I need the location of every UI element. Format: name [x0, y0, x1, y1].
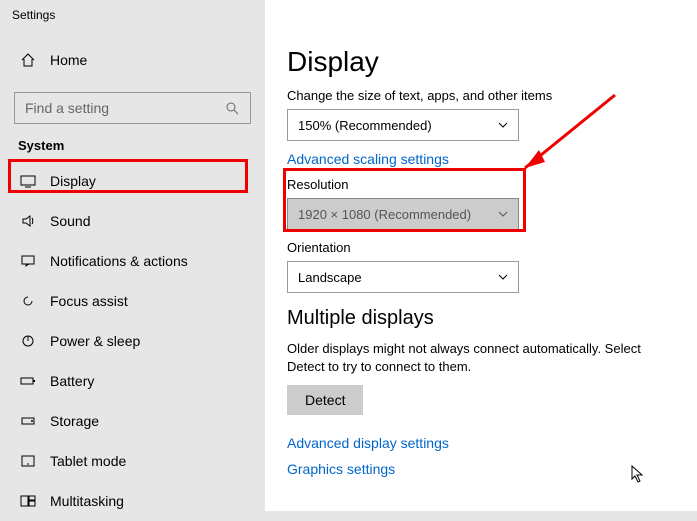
sidebar-home[interactable]: Home	[0, 40, 265, 80]
tablet-icon	[20, 453, 36, 469]
notifications-icon	[20, 253, 36, 269]
display-icon	[20, 173, 36, 189]
sidebar-item-power-sleep[interactable]: Power & sleep	[0, 321, 265, 361]
page-title: Display	[287, 46, 669, 78]
storage-icon	[20, 413, 36, 429]
home-icon	[20, 52, 36, 68]
detect-button[interactable]: Detect	[287, 385, 363, 415]
battery-icon	[20, 373, 36, 389]
sidebar-item-label: Tablet mode	[50, 453, 126, 469]
sidebar-item-label: Storage	[50, 413, 99, 429]
resolution-value: 1920 × 1080 (Recommended)	[298, 207, 471, 222]
orientation-label: Orientation	[287, 240, 669, 255]
graphics-settings-link[interactable]: Graphics settings	[287, 461, 669, 477]
multitasking-icon	[20, 493, 36, 509]
sidebar-item-label: Power & sleep	[50, 333, 140, 349]
window-title: Settings	[12, 8, 55, 22]
focus-assist-icon	[20, 293, 36, 309]
sidebar-item-label: Sound	[50, 213, 90, 229]
advanced-display-link[interactable]: Advanced display settings	[287, 435, 669, 451]
cursor-icon	[631, 465, 645, 483]
search-input[interactable]: Find a setting	[14, 92, 251, 124]
multiple-displays-heading: Multiple displays	[287, 307, 669, 330]
sidebar-item-focus-assist[interactable]: Focus assist	[0, 281, 265, 321]
resolution-dropdown[interactable]: 1920 × 1080 (Recommended)	[287, 198, 519, 230]
sidebar-item-tablet-mode[interactable]: Tablet mode	[0, 441, 265, 481]
multiple-displays-desc: Older displays might not always connect …	[287, 340, 669, 375]
search-placeholder: Find a setting	[25, 100, 109, 116]
sidebar-category: System	[0, 138, 265, 161]
sidebar-item-label: Battery	[50, 373, 94, 389]
sidebar-item-sound[interactable]: Sound	[0, 201, 265, 241]
power-icon	[20, 333, 36, 349]
sidebar-item-label: Focus assist	[50, 293, 128, 309]
sound-icon	[20, 213, 36, 229]
orientation-value: Landscape	[298, 270, 362, 285]
sidebar-item-label: Notifications & actions	[50, 253, 188, 269]
sidebar-item-label: Display	[50, 173, 96, 189]
sidebar-item-notifications[interactable]: Notifications & actions	[0, 241, 265, 281]
sidebar-item-battery[interactable]: Battery	[0, 361, 265, 401]
chevron-down-icon	[498, 207, 508, 222]
sidebar-item-multitasking[interactable]: Multitasking	[0, 481, 265, 521]
search-icon	[224, 100, 240, 116]
sidebar-home-label: Home	[50, 52, 87, 68]
scale-dropdown[interactable]: 150% (Recommended)	[287, 109, 519, 141]
scale-value: 150% (Recommended)	[298, 118, 432, 133]
main-content: Display Change the size of text, apps, a…	[265, 0, 697, 511]
sidebar: Home Find a setting System Display Sound…	[0, 40, 265, 511]
chevron-down-icon	[498, 270, 508, 285]
resolution-label: Resolution	[287, 177, 669, 192]
scale-label: Change the size of text, apps, and other…	[287, 88, 669, 103]
chevron-down-icon	[498, 118, 508, 133]
advanced-scaling-link[interactable]: Advanced scaling settings	[287, 151, 669, 167]
sidebar-item-display[interactable]: Display	[0, 161, 265, 201]
sidebar-item-storage[interactable]: Storage	[0, 401, 265, 441]
sidebar-item-label: Multitasking	[50, 493, 124, 509]
orientation-dropdown[interactable]: Landscape	[287, 261, 519, 293]
